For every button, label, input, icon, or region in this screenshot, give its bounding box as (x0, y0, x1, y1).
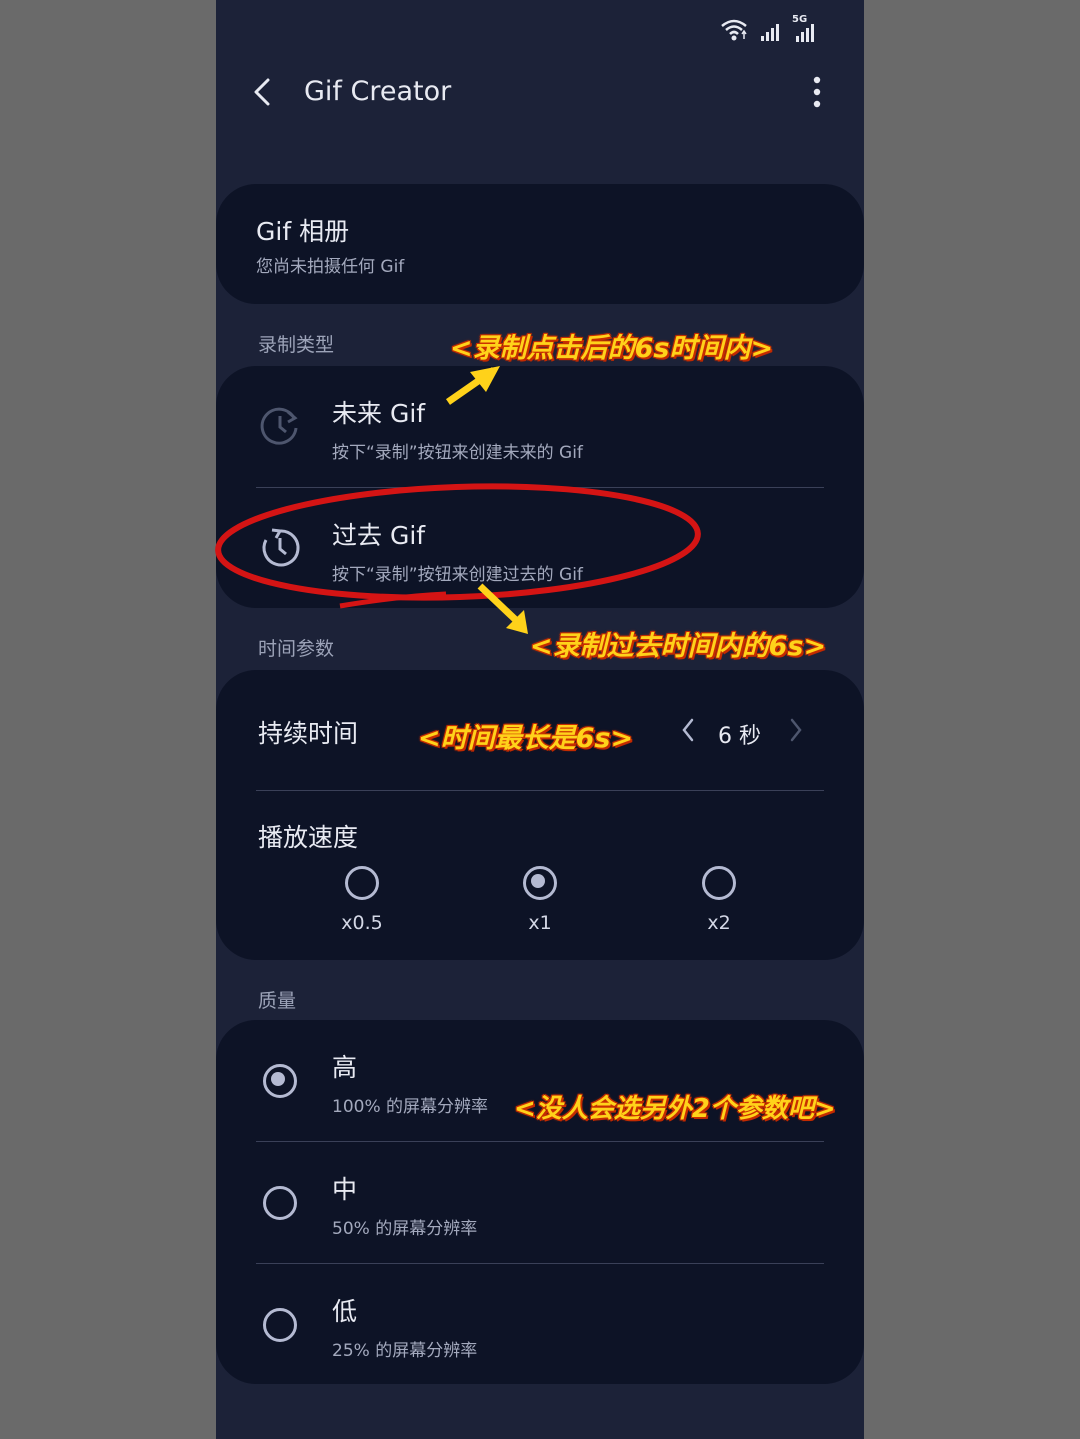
gallery-subtitle: 您尚未拍摄任何 Gif (256, 257, 405, 277)
quality-label: 质量 (258, 990, 297, 1012)
quality-low-title: 低 (332, 1297, 358, 1326)
record-type-label: 录制类型 (258, 334, 335, 356)
annotation-past: <录制过去时间内的6s> (530, 631, 827, 662)
gif-gallery-card[interactable]: Gif 相册 您尚未拍摄任何 Gif (216, 184, 864, 304)
quality-medium-subtitle: 50% 的屏幕分辨率 (332, 1219, 478, 1239)
quality-card: 高 100% 的屏幕分辨率 中 50% 的屏幕分辨率 低 25% 的屏幕分辨率 (216, 1020, 864, 1384)
speed-radio-x1[interactable] (523, 866, 557, 900)
signal-5g-icon: 5G (792, 14, 816, 42)
quality-option-medium[interactable]: 中 50% 的屏幕分辨率 (216, 1142, 864, 1263)
chevron-left-icon[interactable] (678, 716, 698, 744)
status-bar: 5G (720, 14, 816, 42)
quality-radio-medium[interactable] (263, 1186, 297, 1220)
speed-radio-x2[interactable] (702, 866, 736, 900)
quality-medium-title: 中 (332, 1175, 358, 1204)
gallery-title: Gif 相册 (256, 217, 350, 246)
app-title: Gif Creator (304, 76, 452, 107)
past-gif-subtitle: 按下“录制”按钮来创建过去的 Gif (332, 565, 583, 585)
record-type-card: 未来 Gif 按下“录制”按钮来创建未来的 Gif 过去 Gif 按下“录制”按… (216, 366, 864, 608)
quality-radio-low[interactable] (263, 1308, 297, 1342)
time-params-card: 持续时间 6 秒 播放速度 x0.5 x1 x2 (216, 670, 864, 960)
back-arrow-icon[interactable] (246, 74, 282, 110)
quality-low-subtitle: 25% 的屏幕分辨率 (332, 1341, 478, 1361)
speed-radio-x0.5[interactable] (345, 866, 379, 900)
more-vert-icon[interactable] (810, 76, 824, 108)
quality-high-title: 高 (332, 1053, 358, 1082)
quality-high-subtitle: 100% 的屏幕分辨率 (332, 1097, 489, 1117)
speed-option-label: x1 (528, 912, 552, 934)
divider (256, 790, 824, 791)
future-gif-title: 未来 Gif (332, 399, 426, 428)
past-gif-title: 过去 Gif (332, 521, 426, 550)
speed-option-label: x2 (707, 912, 731, 934)
record-option-future[interactable]: 未来 Gif 按下“录制”按钮来创建未来的 Gif (216, 366, 864, 486)
future-gif-subtitle: 按下“录制”按钮来创建未来的 Gif (332, 443, 583, 463)
signal-icon (761, 24, 779, 41)
wifi-icon (721, 19, 747, 41)
clock-history-icon (262, 528, 300, 567)
speed-option-label: x0.5 (341, 912, 383, 934)
duration-label: 持续时间 (258, 719, 359, 748)
record-option-past[interactable]: 过去 Gif 按下“录制”按钮来创建过去的 Gif (216, 488, 864, 608)
annotation-future: <录制点击后的6s时间内> (450, 333, 774, 364)
time-params-label: 时间参数 (258, 638, 335, 660)
annotation-quality: <没人会选另外2个参数吧> (514, 1094, 836, 1124)
chevron-right-icon[interactable] (786, 716, 806, 744)
quality-option-low[interactable]: 低 25% 的屏幕分辨率 (216, 1264, 864, 1384)
app-bar: Gif Creator (216, 60, 864, 130)
annotation-duration: <时间最长是6s> (418, 723, 634, 754)
duration-value: 6 秒 (718, 724, 761, 749)
quality-radio-high[interactable] (263, 1064, 297, 1098)
speed-label: 播放速度 (258, 823, 359, 852)
clock-forward-icon (260, 407, 298, 445)
